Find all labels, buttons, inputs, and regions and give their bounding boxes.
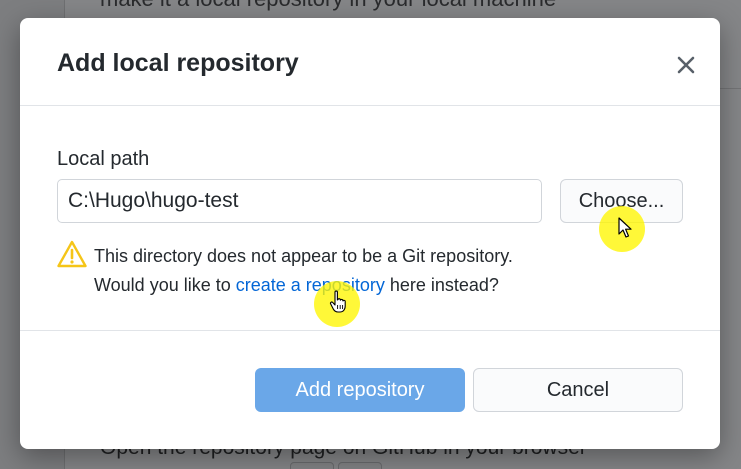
warning-line-2-prefix: Would you like to <box>94 275 236 295</box>
arrow-cursor-icon <box>618 217 632 238</box>
warning-line-1: This directory does not appear to be a G… <box>94 246 513 266</box>
background-button <box>290 462 334 469</box>
dialog-header: Add local repository <box>20 18 720 106</box>
local-path-label: Local path <box>57 148 150 170</box>
close-icon <box>677 56 695 74</box>
cancel-button[interactable]: Cancel <box>473 368 683 412</box>
background-top-text: make it a local repository in your local… <box>100 0 556 12</box>
warning-line-2: Would you like to create a repository he… <box>94 271 513 300</box>
create-repository-link[interactable]: create a repository <box>236 275 385 295</box>
local-path-input[interactable] <box>57 179 542 223</box>
close-button[interactable] <box>670 49 702 81</box>
dialog-title: Add local repository <box>57 49 299 77</box>
warning-triangle-icon <box>57 240 87 268</box>
hand-cursor-icon <box>329 290 346 313</box>
warning-text: This directory does not appear to be a G… <box>94 242 513 300</box>
background-button <box>338 462 382 469</box>
dialog-footer: Add repository Cancel <box>20 332 720 449</box>
add-repository-button[interactable]: Add repository <box>255 368 465 412</box>
background-divider-right <box>718 88 741 89</box>
warning-line-2-suffix: here instead? <box>384 275 499 295</box>
